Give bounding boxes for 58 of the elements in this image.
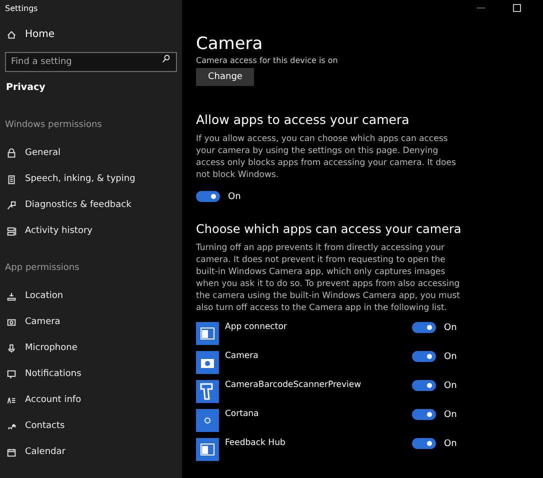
clipboard-icon [6,174,17,184]
toggle-switch[interactable] [412,409,436,420]
person-icon [6,200,17,210]
app-name: Camera [225,351,260,361]
sidebar-item[interactable]: Diagnostics & feedback [0,192,182,218]
scanner-icon [196,380,219,403]
sidebar-item[interactable]: Location [0,283,182,309]
change-button[interactable]: Change [196,68,254,86]
search-field[interactable]: Find a setting [5,52,177,72]
sidebar-item[interactable]: Calendar [0,439,182,465]
maximize-icon[interactable] [513,4,521,12]
sidebar-item[interactable]: Account info [0,387,182,413]
sidebar-item[interactable]: Contacts [0,413,182,439]
camera-icon [6,316,17,328]
sidebar-item[interactable]: Activity history [0,218,182,244]
sidebar-item[interactable]: Notifications [0,361,182,387]
toggle-switch[interactable] [412,322,436,333]
contact-card-icon [6,394,17,406]
toggle-switch[interactable] [412,351,436,362]
calendar-icon [6,446,17,458]
home-icon [6,29,17,40]
section-heading: Choose which apps can access your camera [196,222,462,236]
camera-icon [196,351,219,374]
window-icon [196,322,219,345]
page-title: Camera [196,34,264,54]
sidebar-item[interactable]: Microphone [0,335,182,361]
lock-icon [6,148,17,158]
window-title: Settings [4,3,39,15]
status-text: Camera access for this device is on [196,56,339,65]
description-text: Turning off an app prevents it from directly accessing your camera. It does not prevent it from requesting to open the built-in Windows Camera app, which only captures images when you ask it to do so. To prevent apps from also accessing the camera using the built-in Windows Camera app, you must also turn off access to the Camera app in the following list. [196,242,461,314]
window-icon [196,438,219,461]
section-title: Privacy [5,81,46,95]
message-icon [6,368,17,380]
toggle-switch[interactable] [412,438,436,449]
app-name: App connector [225,322,288,332]
microphone-icon [6,342,17,354]
home-link[interactable]: Home [0,18,182,45]
toggle-switch[interactable] [412,380,436,391]
app-name: CameraBarcodeScannerPreview [225,380,362,390]
group-title: App permissions [4,262,80,275]
toggle-switch[interactable] [196,191,220,202]
sidebar-item[interactable]: General [0,140,182,166]
sidebar-item[interactable]: Speech, inking, & typing [0,166,182,192]
list-icon [6,226,17,236]
toggle-label: On [228,192,241,202]
app-name: Feedback Hub [225,438,286,448]
toggle-label: On [444,380,457,390]
toggle-label: On [444,322,457,332]
description-text: If you allow access, you can choose which apps can access your camera by using the settings on this page. Denying access only blocks apps from accessing your camera. It does not block Windows. [196,133,457,181]
sidebar-item[interactable]: Camera [0,309,182,335]
toggle-label: On [444,410,457,420]
group-title: Windows permissions [4,119,103,132]
pin-icon [6,290,17,302]
section-heading: Allow apps to access your camera [196,112,410,127]
toggle-label: On [444,438,457,448]
search-icon [161,53,172,64]
toggle-label: On [444,352,457,362]
app-name: Cortana [225,409,260,419]
